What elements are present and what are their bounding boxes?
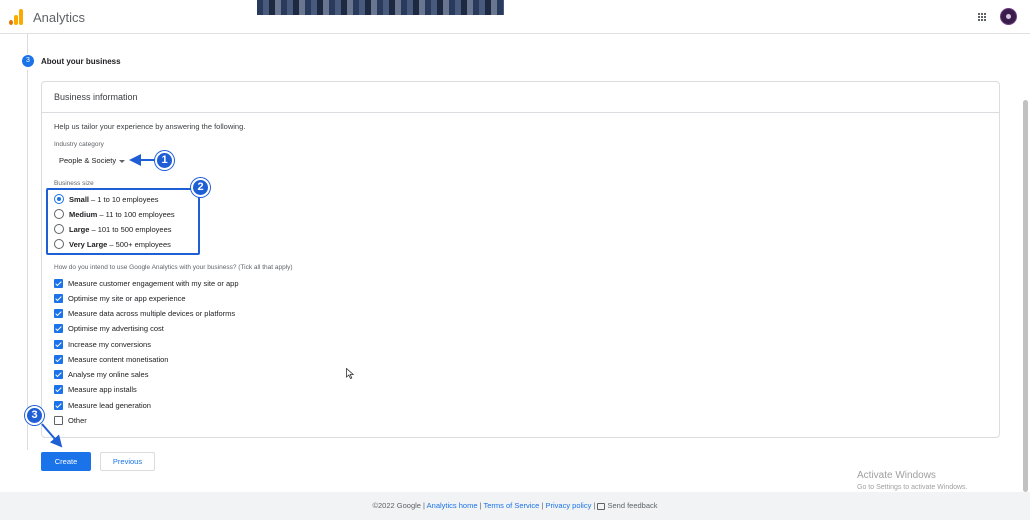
feedback-icon bbox=[597, 502, 606, 510]
annotation-badge-1: 1 bbox=[155, 151, 174, 170]
annotation-arrows bbox=[41, 154, 155, 448]
send-feedback[interactable]: Send feedback bbox=[597, 501, 658, 510]
annotation-badge-2: 2 bbox=[191, 178, 210, 197]
activate-windows-subtitle: Go to Settings to activate Windows. bbox=[857, 484, 968, 491]
analytics-home-link[interactable]: Analytics home bbox=[427, 501, 478, 510]
terms-link[interactable]: Terms of Service bbox=[484, 501, 540, 510]
activate-windows-title: Activate Windows bbox=[857, 470, 936, 481]
privacy-link[interactable]: Privacy policy bbox=[545, 501, 591, 510]
mouse-cursor-icon bbox=[346, 368, 354, 379]
footer-copyright: ©2022 Google bbox=[372, 501, 421, 510]
annotation-badge-3: 3 bbox=[25, 406, 44, 425]
send-feedback-label: Send feedback bbox=[607, 501, 658, 510]
footer: ©2022 Google | Analytics home | Terms of… bbox=[0, 492, 1030, 520]
